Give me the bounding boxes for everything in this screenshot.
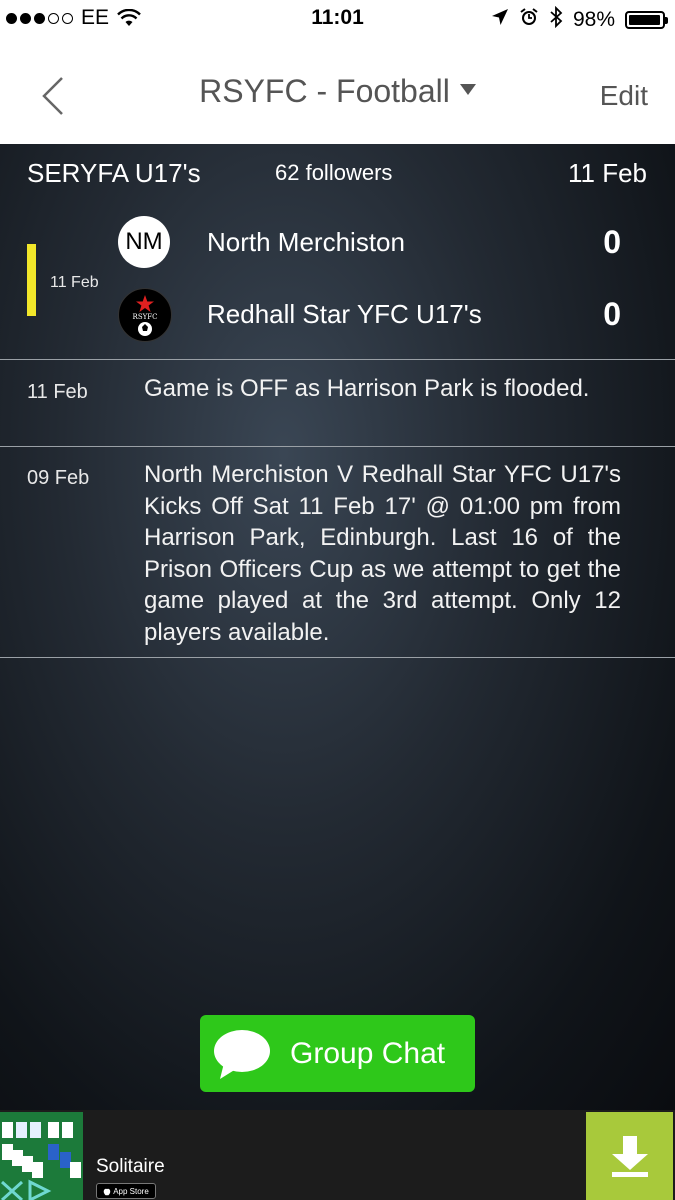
- update-text: Game is OFF as Harrison Park is flooded.: [144, 375, 590, 402]
- group-chat-button[interactable]: Group Chat: [200, 1015, 475, 1092]
- home-team-badge: NM: [118, 216, 170, 268]
- match-card[interactable]: 11 Feb NM North Merchiston 0 RSYFC Redha…: [0, 202, 675, 360]
- home-team-name: North Merchiston: [207, 227, 405, 257]
- team-selector[interactable]: RSYFC - Football: [0, 73, 675, 110]
- caret-down-icon: [459, 84, 476, 96]
- away-badge-text: RSYFC: [133, 313, 158, 321]
- update-item[interactable]: 09 Feb North Merchiston V Redhall Star Y…: [0, 447, 675, 657]
- location-arrow-icon: [491, 8, 509, 32]
- away-team-row: RSYFC Redhall Star YFC U17's 0: [0, 288, 675, 344]
- match-feed: SERYFA U17's 62 followers 11 Feb 11 Feb …: [0, 144, 675, 1110]
- status-bar: EE 11:01 98%: [0, 0, 675, 40]
- edit-button[interactable]: Edit: [600, 80, 648, 112]
- group-chat-label: Group Chat: [290, 1036, 446, 1070]
- update-date: 11 Feb: [27, 381, 88, 403]
- status-right: 98%: [491, 5, 668, 34]
- update-date: 09 Feb: [27, 467, 90, 489]
- battery-fill: [629, 15, 661, 25]
- league-header: SERYFA U17's 62 followers 11 Feb: [0, 144, 675, 202]
- ad-app-title: Solitaire: [96, 1156, 165, 1177]
- divider: [0, 657, 675, 658]
- home-team-row: NM North Merchiston 0: [0, 216, 675, 272]
- followers-count[interactable]: 62 followers: [275, 160, 392, 186]
- league-name: SERYFA U17's: [27, 158, 201, 188]
- rsyfc-crest-icon: RSYFC: [133, 295, 158, 336]
- download-button[interactable]: [586, 1112, 673, 1200]
- nav-bar: RSYFC - Football Edit: [0, 40, 675, 144]
- away-team-badge: RSYFC: [118, 288, 172, 342]
- away-team-score: 0: [603, 296, 621, 332]
- ad-app-icon: [0, 1112, 83, 1200]
- battery-percent: 98%: [572, 8, 615, 31]
- update-item[interactable]: 11 Feb Game is OFF as Harrison Park is f…: [0, 360, 675, 446]
- home-team-score: 0: [603, 224, 621, 260]
- download-icon: [611, 1136, 648, 1177]
- league-date: 11 Feb: [567, 158, 647, 188]
- away-team-name: Redhall Star YFC U17's: [207, 299, 482, 329]
- alarm-icon: [519, 7, 539, 33]
- battery-icon: [625, 11, 668, 29]
- chat-bubble-icon: [214, 1029, 270, 1079]
- app-store-label: App Store: [113, 1186, 149, 1196]
- apple-icon: [103, 1188, 111, 1195]
- app-store-badge[interactable]: App Store: [96, 1183, 156, 1199]
- bluetooth-icon: [549, 5, 563, 34]
- page-title: RSYFC - Football: [199, 73, 450, 109]
- update-text: North Merchiston V Redhall Star YFC U17'…: [144, 461, 621, 646]
- ad-banner[interactable]: Solitaire App Store: [0, 1110, 675, 1200]
